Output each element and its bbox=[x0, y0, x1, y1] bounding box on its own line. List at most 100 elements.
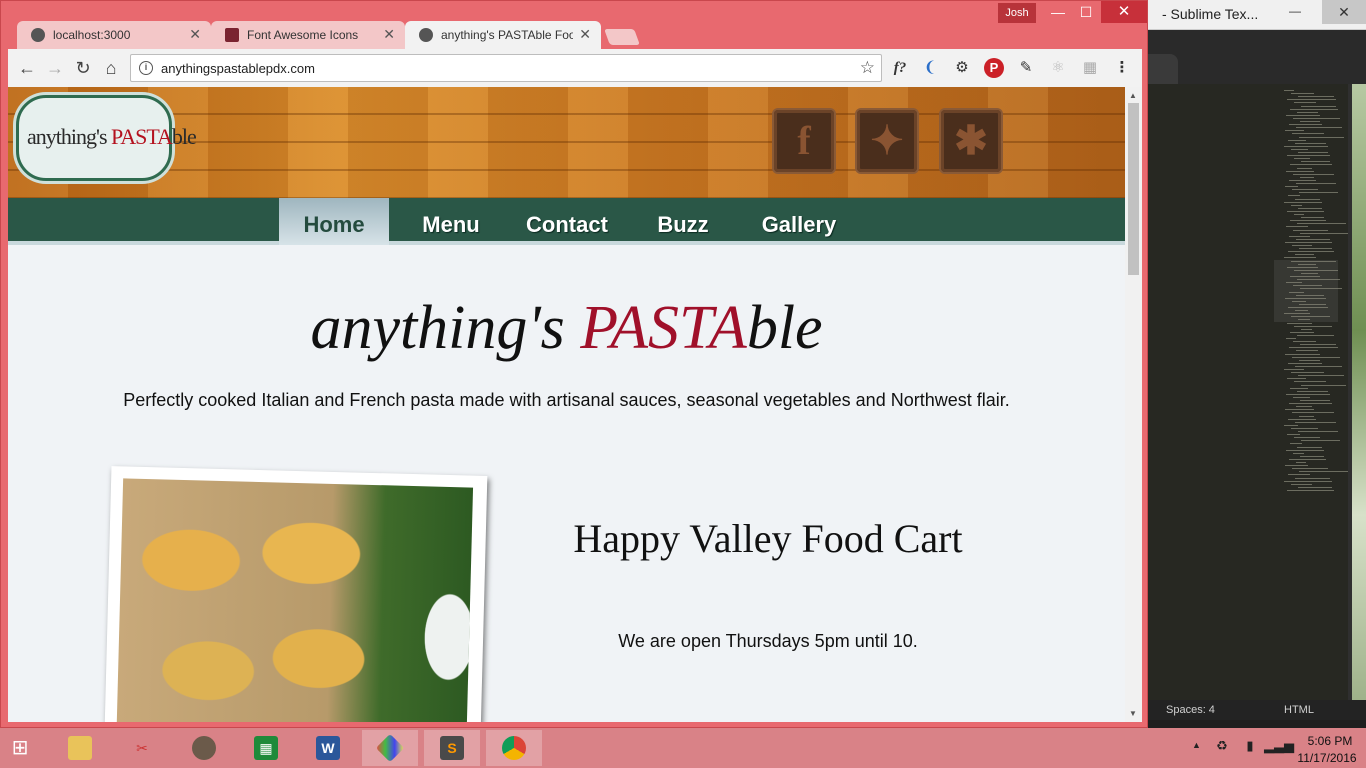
word-icon[interactable]: W bbox=[300, 730, 356, 766]
sublime-titlebar: - Sublime Tex... — ☐ ✕ bbox=[1148, 0, 1366, 30]
sync-icon[interactable]: ♻ bbox=[1214, 738, 1230, 756]
close-tab-icon[interactable]: ✕ bbox=[579, 26, 591, 43]
sublime-text-icon[interactable]: S bbox=[424, 730, 480, 766]
minimap-line bbox=[1290, 443, 1302, 445]
minimap-line bbox=[1288, 307, 1328, 308]
minimap-line bbox=[1295, 142, 1326, 144]
paint-icon[interactable] bbox=[362, 730, 418, 766]
calculator-icon[interactable]: ▦ bbox=[238, 730, 294, 766]
minimize-icon[interactable]: — bbox=[1284, 4, 1306, 24]
minimap-line bbox=[1293, 452, 1304, 454]
nav-home[interactable]: Home bbox=[279, 198, 389, 245]
minimap-line bbox=[1285, 465, 1308, 467]
scissors-icon: ✂ bbox=[136, 740, 148, 756]
yelp-icon[interactable]: ✱ bbox=[941, 110, 1001, 172]
minimap-line bbox=[1297, 390, 1328, 392]
show-hidden-icons-icon[interactable]: ▲ bbox=[1192, 740, 1201, 750]
info-icon[interactable]: i bbox=[139, 61, 153, 75]
web-developer-icon[interactable]: ❨ bbox=[920, 58, 940, 78]
profile-button[interactable]: Josh bbox=[998, 3, 1036, 23]
close-icon[interactable]: ✕ bbox=[1322, 0, 1366, 24]
twitter-icon[interactable]: ✦ bbox=[857, 110, 917, 172]
bookmark-star-icon[interactable]: ☆ bbox=[860, 58, 875, 78]
minimap-line bbox=[1298, 431, 1338, 432]
url-text[interactable]: anythingspastablepdx.com bbox=[161, 61, 315, 76]
minimap-line bbox=[1292, 133, 1324, 135]
windows-start-icon[interactable]: ⊞ bbox=[6, 736, 34, 760]
folder-icon bbox=[68, 736, 92, 760]
minimap-line bbox=[1294, 437, 1320, 439]
minimap-line bbox=[1301, 217, 1324, 219]
food-cart-heading: Happy Valley Food Cart bbox=[573, 516, 963, 561]
address-bar[interactable]: i anythingspastablepdx.com ☆ bbox=[130, 54, 882, 82]
chrome-icon[interactable] bbox=[486, 730, 542, 766]
paint-glyph-icon bbox=[375, 733, 405, 763]
sublime-title: - Sublime Tex... bbox=[1162, 6, 1259, 22]
minimap-line bbox=[1287, 489, 1334, 491]
page-scrollbar[interactable]: ▲ ▼ bbox=[1125, 87, 1142, 722]
minimap-line bbox=[1295, 477, 1330, 479]
minimap-line bbox=[1299, 303, 1326, 305]
page-viewport: anything's PASTAble f ✦ ✱ Home Menu Cont… bbox=[8, 87, 1142, 722]
tab-pastable[interactable]: anything's PASTAble Foo ✕ bbox=[405, 21, 601, 49]
minimap-line bbox=[1296, 127, 1342, 129]
minimap-line bbox=[1291, 148, 1308, 150]
minimap-line bbox=[1299, 192, 1338, 194]
facebook-icon[interactable]: f bbox=[774, 110, 834, 172]
extension-icon[interactable]: ▦ bbox=[1080, 58, 1100, 78]
back-icon[interactable]: ← bbox=[16, 57, 38, 79]
minimap-line bbox=[1292, 468, 1328, 470]
home-icon[interactable]: ⌂ bbox=[100, 57, 122, 79]
file-explorer-icon[interactable] bbox=[52, 730, 108, 766]
minimap-line bbox=[1290, 331, 1314, 333]
maximize-icon[interactable]: ☐ bbox=[1073, 3, 1099, 21]
indentation-status[interactable]: Spaces: 4 bbox=[1166, 704, 1215, 716]
minimap-line bbox=[1300, 121, 1320, 122]
minimap-line bbox=[1291, 316, 1330, 318]
signal-icon[interactable]: ▂▃▅ bbox=[1264, 738, 1294, 756]
scrollbar-thumb[interactable] bbox=[1128, 103, 1139, 275]
eyedropper-icon[interactable]: ✎ bbox=[1016, 58, 1036, 78]
close-icon[interactable]: ✕ bbox=[1101, 1, 1147, 23]
nav-buzz[interactable]: Buzz bbox=[625, 198, 741, 245]
forward-icon[interactable]: → bbox=[44, 57, 66, 79]
minimap-line bbox=[1290, 220, 1326, 222]
new-tab-button[interactable] bbox=[604, 29, 640, 45]
snipping-tool-icon[interactable]: ✂ bbox=[114, 730, 170, 766]
menu-icon[interactable]: ⋮ bbox=[1112, 58, 1132, 78]
hero-highlight: PASTA bbox=[580, 294, 747, 362]
close-tab-icon[interactable]: ✕ bbox=[383, 26, 395, 43]
gimp-icon[interactable] bbox=[176, 730, 232, 766]
gear-icon[interactable]: ⚙ bbox=[952, 58, 972, 78]
battery-icon[interactable]: ▮ bbox=[1242, 738, 1258, 756]
minimap-line bbox=[1287, 266, 1318, 268]
logo-highlight: PASTA bbox=[111, 124, 173, 149]
syntax-status[interactable]: HTML bbox=[1284, 704, 1314, 716]
pinterest-icon[interactable]: P bbox=[984, 58, 1004, 78]
react-icon[interactable]: ⚛ bbox=[1048, 58, 1068, 78]
minimize-icon[interactable]: — bbox=[1045, 3, 1071, 21]
minimap-line bbox=[1299, 471, 1348, 473]
reload-icon[interactable]: ↻ bbox=[72, 57, 94, 79]
minimap-line bbox=[1290, 164, 1332, 166]
clock-date[interactable]: 11/17/2016 bbox=[1294, 751, 1360, 765]
tab-font-awesome[interactable]: Font Awesome Icons ✕ bbox=[211, 21, 405, 49]
logo-prefix: anything's bbox=[27, 124, 112, 149]
font-finder-icon[interactable]: f? bbox=[890, 58, 910, 78]
chrome-window: localhost:3000 ✕ Font Awesome Icons ✕ an… bbox=[0, 0, 1148, 728]
nav-menu[interactable]: Menu bbox=[393, 198, 509, 245]
scroll-up-icon[interactable]: ▲ bbox=[1129, 91, 1137, 100]
minimap[interactable] bbox=[1274, 90, 1348, 500]
minimap-line bbox=[1286, 393, 1330, 395]
site-logo[interactable]: anything's PASTAble bbox=[16, 95, 197, 181]
minimap-line bbox=[1301, 440, 1340, 442]
nav-gallery[interactable]: Gallery bbox=[741, 198, 857, 245]
clock-time[interactable]: 5:06 PM bbox=[1300, 734, 1360, 748]
sublime-tab[interactable] bbox=[1148, 54, 1178, 84]
scroll-down-icon[interactable]: ▼ bbox=[1129, 709, 1137, 718]
minimap-line bbox=[1295, 254, 1314, 256]
minimap-line bbox=[1293, 341, 1316, 343]
nav-contact[interactable]: Contact bbox=[509, 198, 625, 245]
close-tab-icon[interactable]: ✕ bbox=[189, 26, 201, 43]
tab-localhost[interactable]: localhost:3000 ✕ bbox=[17, 21, 211, 49]
